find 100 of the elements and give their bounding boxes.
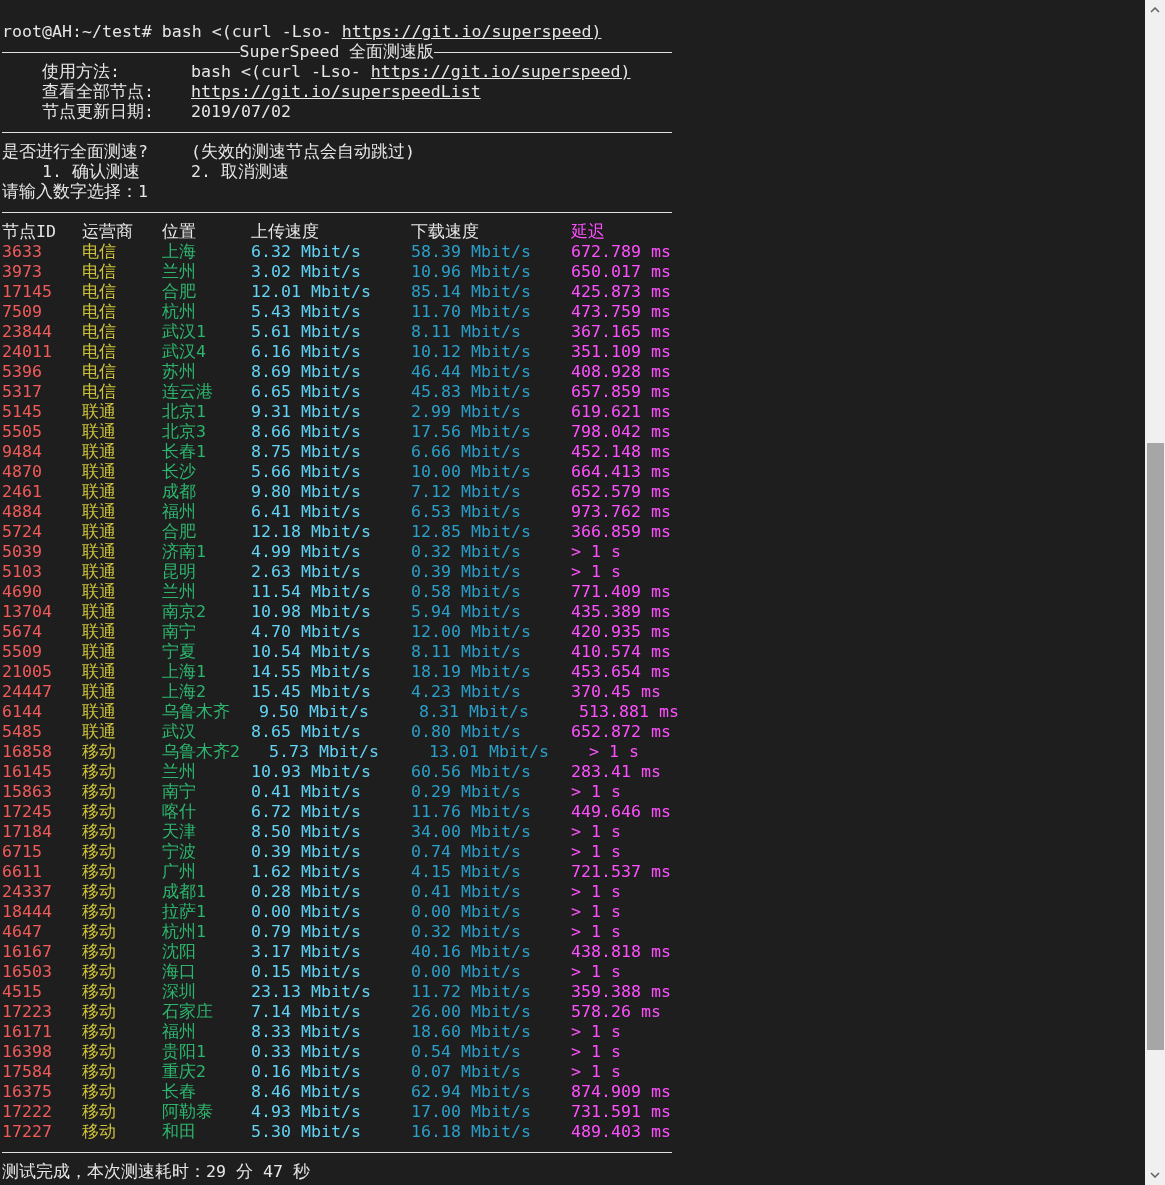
table-cell-text: 移动: [82, 1102, 117, 1122]
table-cell-text: 苏州: [162, 362, 197, 382]
table-cell: 283.41 ms: [571, 762, 661, 782]
table-cell-text: 昆明: [162, 562, 197, 582]
table-cell-text: 兰州: [162, 582, 197, 602]
table-cell-text: 5145: [2, 402, 43, 422]
table-cell-text: 24337: [2, 882, 53, 902]
table-cell: 351.109 ms: [571, 342, 671, 362]
table-cell-text: 合肥: [162, 282, 197, 302]
table-cell-text: 15.45 Mbit/s: [251, 682, 372, 702]
table-cell-text: 5.61 Mbit/s: [251, 322, 362, 342]
table-cell-text: 移动: [82, 802, 117, 822]
table-cell-text: 联通: [82, 542, 117, 562]
table-cell-text: 5.94 Mbit/s: [411, 602, 522, 622]
table-cell-text: 21005: [2, 662, 53, 682]
table-cell-text: 北京3: [162, 422, 207, 442]
table-cell: > 1 s: [571, 562, 621, 582]
table-cell-text: 5.73 Mbit/s: [269, 742, 380, 762]
table-cell-text: 6.53 Mbit/s: [411, 502, 522, 522]
table-cell-text: 宁夏: [162, 642, 197, 662]
table-cell: 452.148 ms: [571, 442, 671, 462]
table-cell-text: 4.70 Mbit/s: [251, 622, 362, 642]
table-cell: 410.574 ms: [571, 642, 671, 662]
input-value: 1: [138, 182, 148, 202]
table-cell-text: 移动: [82, 922, 117, 942]
table-cell-text: 贵阳1: [162, 1042, 207, 1062]
table-cell-text: 4515: [2, 982, 43, 1002]
url-link[interactable]: https://git.io/superspeed): [370, 62, 631, 82]
table-cell-text: 1.62 Mbit/s: [251, 862, 362, 882]
table-cell-text: 7.14 Mbit/s: [251, 1002, 362, 1022]
scrollbar[interactable]: [1145, 0, 1165, 1185]
table-cell-text: 6715: [2, 842, 43, 862]
table-cell-text: 6.41 Mbit/s: [251, 502, 362, 522]
table-cell: 664.413 ms: [571, 462, 671, 482]
question-text: 是否进行全面测速?: [2, 142, 149, 162]
table-cell-text: 8.66 Mbit/s: [251, 422, 362, 442]
table-cell-text: 5317: [2, 382, 43, 402]
table-cell-text: 移动: [82, 882, 117, 902]
table-cell-text: 移动: [82, 762, 117, 782]
table-cell-text: 17245: [2, 802, 53, 822]
table-cell-text: 2.63 Mbit/s: [251, 562, 362, 582]
scroll-up-icon[interactable]: [1150, 7, 1160, 13]
table-cell: > 1 s: [589, 742, 639, 762]
table-cell-text: 0.54 Mbit/s: [411, 1042, 522, 1062]
table-cell: 453.654 ms: [571, 662, 671, 682]
table-cell-text: 联通: [82, 722, 117, 742]
info-label: 节点更新日期:: [42, 102, 155, 122]
table-cell-text: 10.00 Mbit/s: [411, 462, 532, 482]
table-cell-text: 4690: [2, 582, 43, 602]
table-cell-text: 2.99 Mbit/s: [411, 402, 522, 422]
table-cell-text: 9.31 Mbit/s: [251, 402, 362, 422]
table-cell-text: 5674: [2, 622, 43, 642]
table-cell: > 1 s: [571, 822, 621, 842]
table-cell-text: 联通: [82, 442, 117, 462]
table-cell-text: 兰州: [162, 762, 197, 782]
table-cell-text: 8.31 Mbit/s: [419, 702, 530, 722]
table-cell: 370.45 ms: [571, 682, 661, 702]
column-header: 节点ID: [2, 222, 57, 242]
url-link[interactable]: https://git.io/superspeed): [341, 22, 602, 42]
table-cell-text: 10.93 Mbit/s: [251, 762, 372, 782]
table-cell-text: 0.00 Mbit/s: [411, 902, 522, 922]
table-cell-text: 60.56 Mbit/s: [411, 762, 532, 782]
table-cell-text: 电信: [82, 242, 117, 262]
table-cell-text: 联通: [82, 482, 117, 502]
table-cell-text: 石家庄: [162, 1002, 214, 1022]
table-cell: 435.389 ms: [571, 602, 671, 622]
table-cell-text: 5509: [2, 642, 43, 662]
table-cell-text: 联通: [82, 462, 117, 482]
input-prompt: 请输入数字选择：: [2, 182, 138, 202]
table-cell-text: 成都1: [162, 882, 207, 902]
table-cell-text: 4.23 Mbit/s: [411, 682, 522, 702]
summary-text: 测试完成，本次测速耗时：29 分 47 秒: [2, 1162, 310, 1182]
scrollbar-thumb[interactable]: [1146, 443, 1164, 1050]
table-cell-text: 6.72 Mbit/s: [251, 802, 362, 822]
column-header: 上传速度: [251, 222, 320, 242]
table-cell: 657.859 ms: [571, 382, 671, 402]
scroll-down-icon[interactable]: [1150, 1172, 1160, 1178]
table-cell-text: 海口: [162, 962, 197, 982]
banner-title: SuperSpeed 全面测速版: [239, 42, 435, 62]
table-cell-text: 移动: [82, 1082, 117, 1102]
table-cell: 973.762 ms: [571, 502, 671, 522]
table-cell-text: 合肥: [162, 522, 197, 542]
column-header: 位置: [162, 222, 197, 242]
table-cell-text: 移动: [82, 1042, 117, 1062]
table-cell-text: 杭州: [162, 302, 197, 322]
column-header: 下载速度: [411, 222, 480, 242]
table-cell-text: 23844: [2, 322, 53, 342]
url-link[interactable]: https://git.io/superspeedList: [191, 82, 481, 102]
table-cell-text: 40.16 Mbit/s: [411, 942, 532, 962]
table-cell-text: 宁波: [162, 842, 197, 862]
table-cell-text: 24011: [2, 342, 53, 362]
table-cell: 425.873 ms: [571, 282, 671, 302]
table-cell: 438.818 ms: [571, 942, 671, 962]
table-cell-text: 16167: [2, 942, 53, 962]
table-cell: 652.579 ms: [571, 482, 671, 502]
table-cell-text: 62.94 Mbit/s: [411, 1082, 532, 1102]
table-cell-text: 喀什: [162, 802, 197, 822]
table-cell-text: 17.00 Mbit/s: [411, 1102, 532, 1122]
table-cell-text: 电信: [82, 302, 117, 322]
table-cell-text: 0.74 Mbit/s: [411, 842, 522, 862]
